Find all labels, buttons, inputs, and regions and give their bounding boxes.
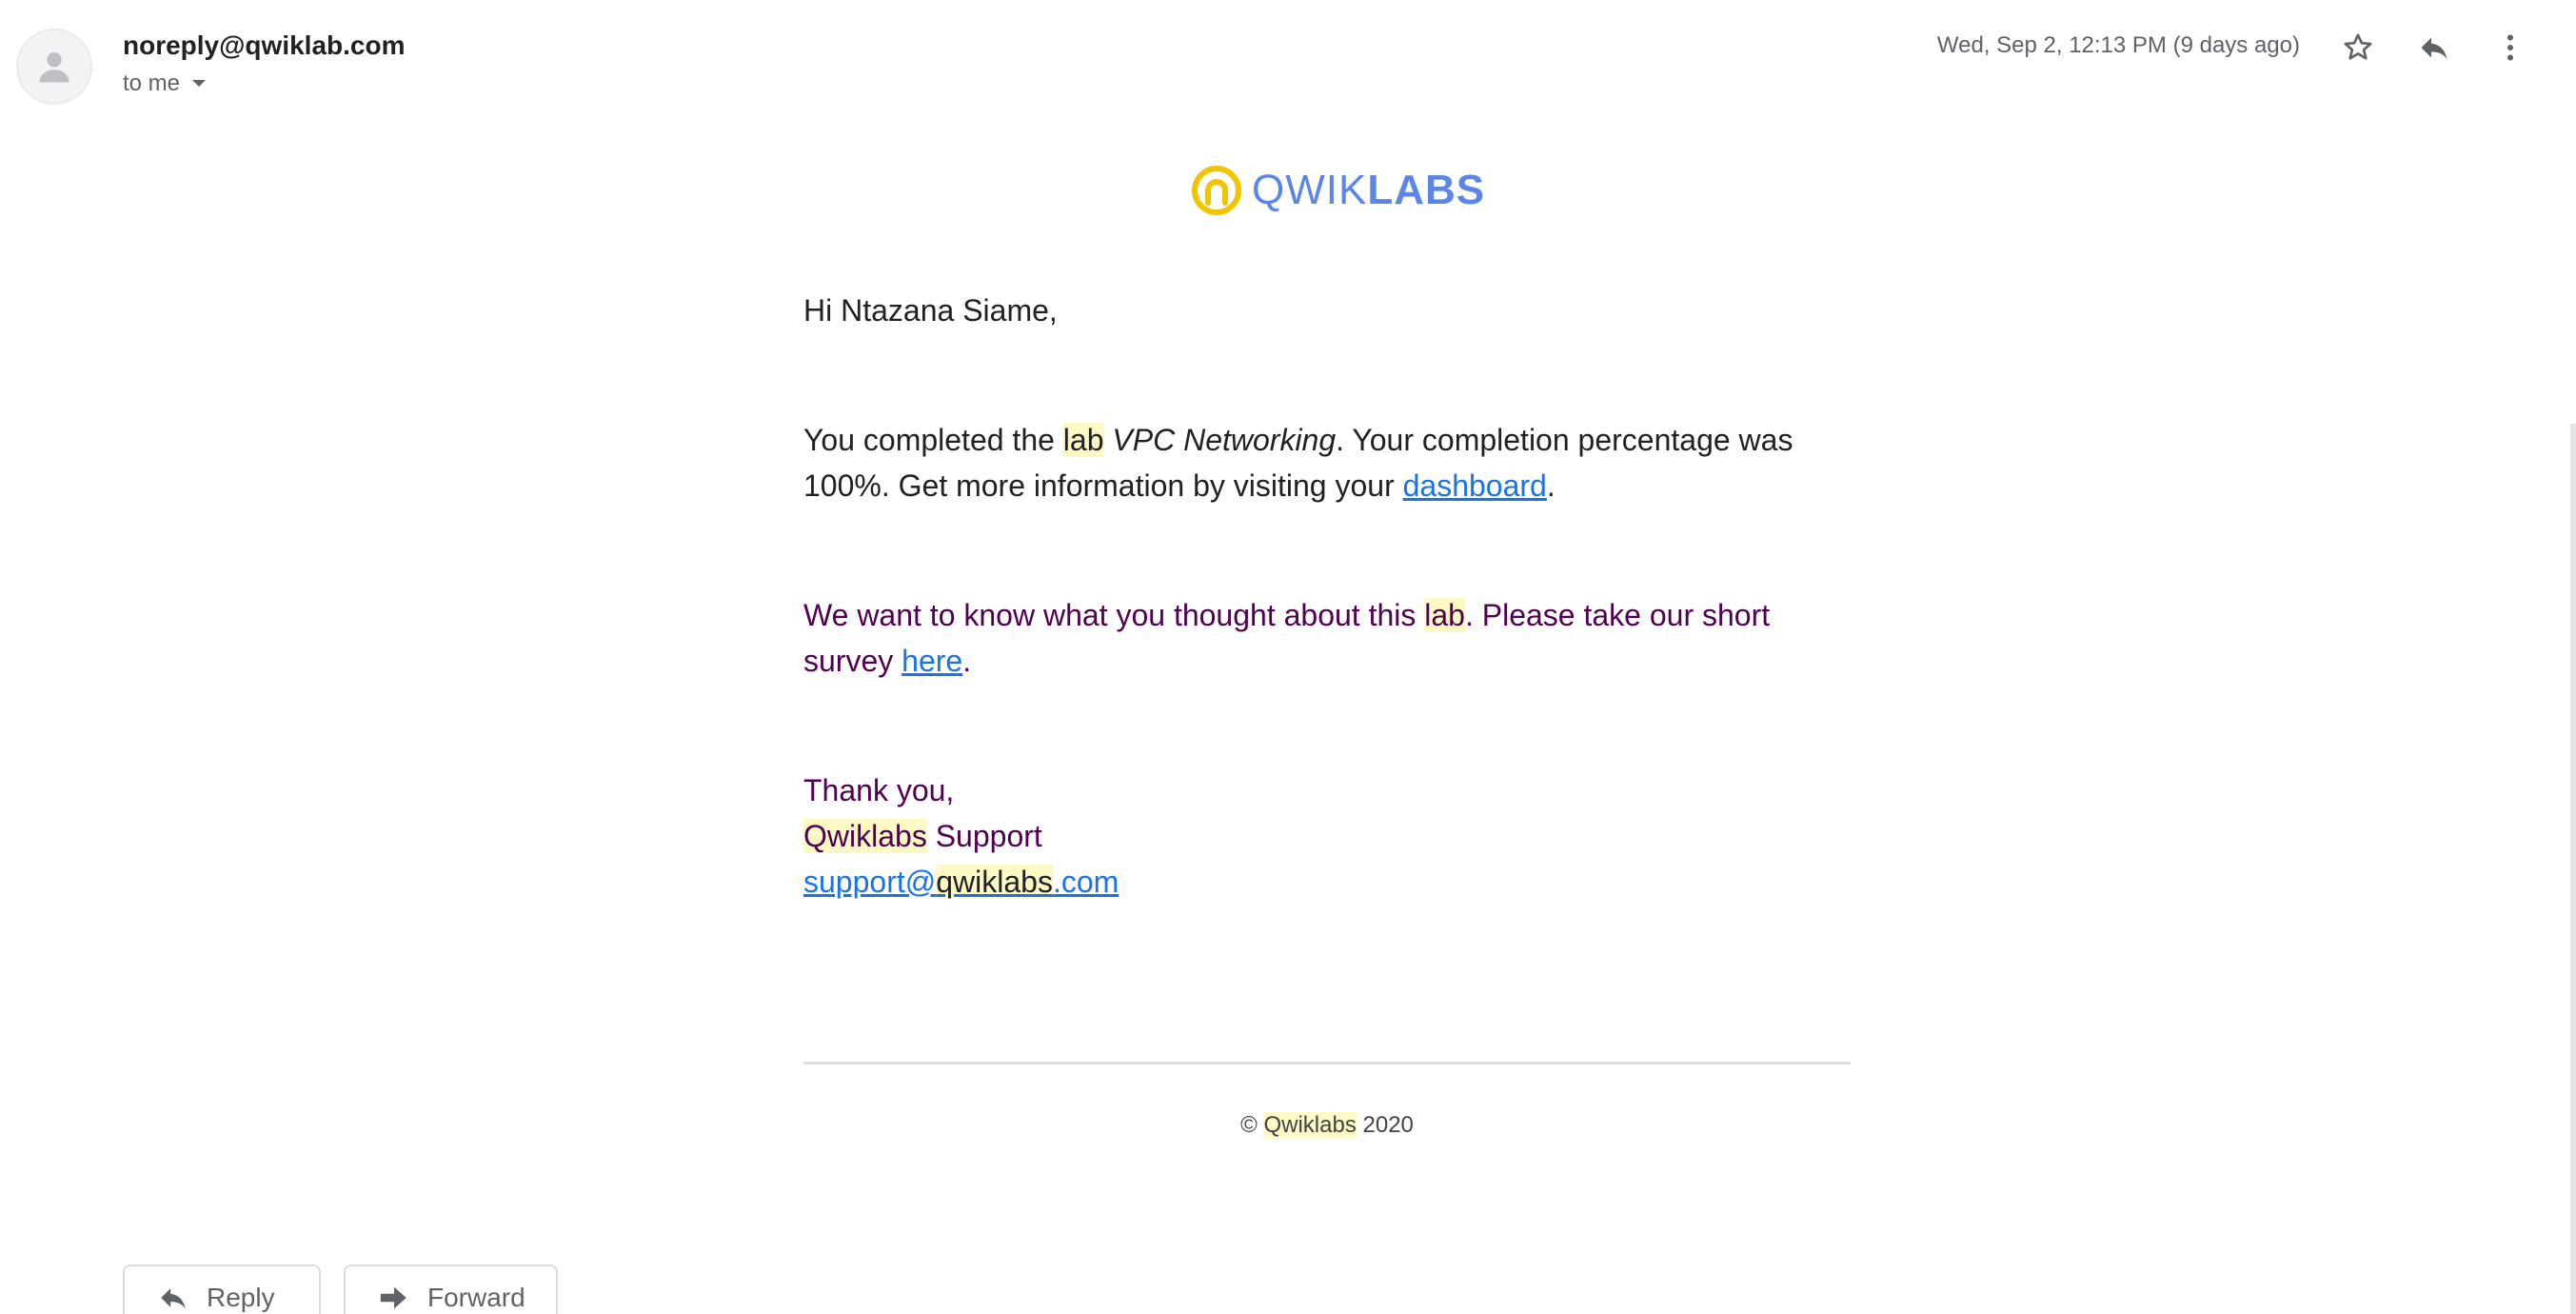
footer-divider: [803, 1062, 1851, 1065]
reply-button[interactable]: Reply: [123, 1264, 321, 1314]
forward-button[interactable]: Forward: [344, 1264, 558, 1314]
logo-wordmark: QWIKLABS: [1252, 167, 1485, 214]
star-icon: [2344, 33, 2372, 60]
highlight-lab: lab: [1424, 598, 1465, 632]
survey-paragraph: We want to know what you thought about t…: [803, 592, 1851, 684]
qwiklabs-logo-icon: [1192, 166, 1241, 215]
star-button[interactable]: [2335, 25, 2381, 70]
logo-text-thin: QWIK: [1252, 167, 1368, 213]
footer-org: Qwiklabs: [1263, 1112, 1357, 1138]
scrollbar[interactable]: [2570, 424, 2576, 1314]
dashboard-link[interactable]: dashboard: [1403, 468, 1547, 503]
greeting: Hi Ntazana Siame,: [803, 293, 1058, 328]
support-email-link[interactable]: support@qwiklabs.com: [803, 865, 1119, 899]
signoff-org-rest: Support: [926, 819, 1042, 853]
footer-year: 2020: [1362, 1112, 1414, 1138]
qwiklabs-logo: QWIKLABS: [1191, 162, 1485, 219]
more-vertical-icon: [2507, 34, 2513, 61]
sender-address[interactable]: noreply@qwiklab.com: [123, 30, 405, 61]
support-email-part3: .com: [1052, 865, 1120, 899]
email-view: noreply@qwiklab.com to me Wed, Sep 2, 12…: [0, 0, 2576, 1314]
signoff-thanks: Thank you,: [803, 773, 955, 807]
sender-avatar[interactable]: [16, 29, 92, 105]
completion-paragraph: You completed the lab VPC Networking. Yo…: [803, 417, 1851, 508]
recipient-details-toggle[interactable]: to me: [123, 70, 207, 97]
completed-suffix: .: [1546, 468, 1556, 503]
highlight-lab: lab: [1062, 423, 1104, 457]
signoff-org: Qwiklabs: [803, 819, 927, 853]
recipient-label: to me: [123, 70, 181, 96]
reply-button-label: Reply: [207, 1283, 275, 1312]
reply-header-button[interactable]: [2411, 25, 2457, 70]
reply-icon: [161, 1288, 186, 1309]
forward-button-label: Forward: [427, 1283, 525, 1312]
reply-icon: [2421, 37, 2447, 59]
footer-copyright: © Qwiklabs 2020: [803, 1112, 1851, 1139]
signoff: Thank you, Qwiklabs Support support@qwik…: [803, 767, 1851, 905]
survey-prefix: We want to know what you thought about t…: [803, 598, 1425, 632]
caret-down-icon: [192, 80, 207, 87]
support-email-highlight: qwiklabs: [936, 865, 1053, 899]
survey-link[interactable]: here: [902, 644, 962, 678]
completed-prefix: You completed the: [803, 423, 1063, 457]
more-options-button[interactable]: [2487, 25, 2533, 70]
forward-icon: [380, 1286, 406, 1309]
copyright-symbol: ©: [1240, 1112, 1258, 1138]
message-date: Wed, Sep 2, 12:13 PM (9 days ago): [1936, 32, 2300, 58]
lab-name: VPC Networking: [1112, 423, 1337, 457]
person-icon: [39, 51, 69, 83]
survey-suffix: .: [962, 644, 972, 678]
message-body: Hi Ntazana Siame, You completed the lab …: [803, 288, 1851, 905]
logo-text-bold: LABS: [1367, 167, 1486, 213]
support-email-part1: support@: [803, 865, 937, 899]
